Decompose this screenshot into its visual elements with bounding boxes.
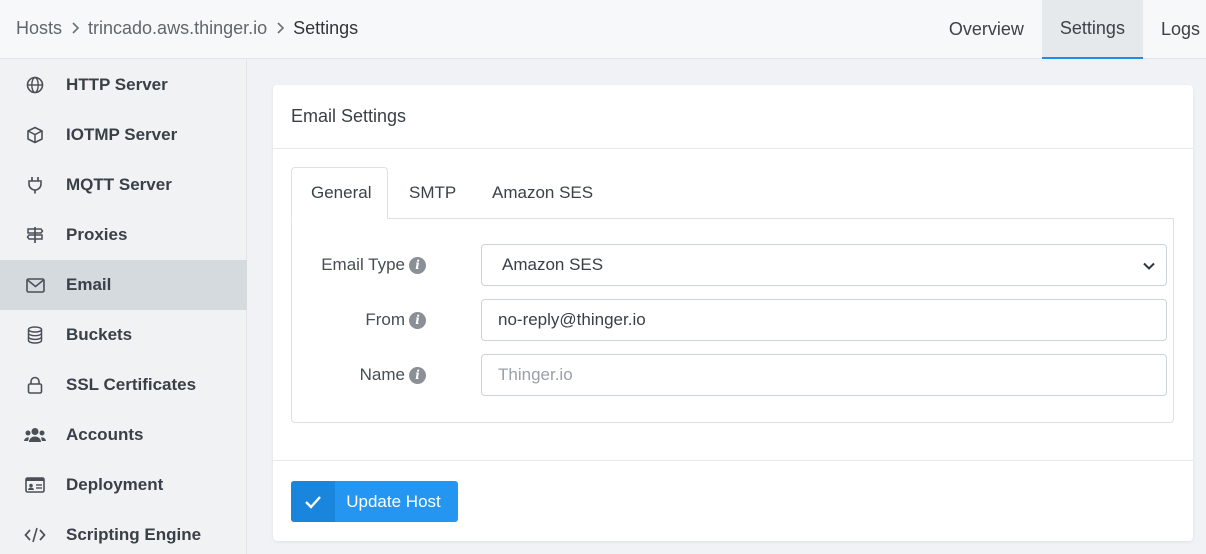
cube-icon [24,124,46,146]
breadcrumb-host[interactable]: trincado.aws.thinger.io [88,18,267,39]
update-host-button[interactable]: Update Host [291,481,458,522]
name-label: Name i [292,354,426,396]
info-icon[interactable]: i [409,256,426,274]
sidebar-item-label: Deployment [66,475,164,494]
sidebar-item-label: Buckets [66,325,133,344]
tab-smtp[interactable]: SMTP [409,167,456,219]
breadcrumb: Hosts trincado.aws.thinger.io Settings [16,0,358,56]
envelope-icon [24,274,46,296]
general-tab-panel: Email Type i Amazon SES From i no-reply@… [291,218,1174,423]
users-icon [24,424,46,446]
from-label-text: From [365,310,405,329]
sidebar: HTTP Server IOTMP Server MQTT Server Pro… [0,60,247,554]
email-type-select[interactable]: Amazon SES [481,244,1167,286]
tab-amazon-ses[interactable]: Amazon SES [492,167,593,219]
from-input[interactable]: no-reply@thinger.io [481,299,1167,341]
tab-general[interactable]: General [291,167,388,219]
card-header: Email Settings [273,85,1193,149]
chevron-right-icon [70,22,82,34]
sidebar-item-label: MQTT Server [66,175,172,194]
breadcrumb-hosts[interactable]: Hosts [16,18,62,39]
sidebar-item-label: Proxies [66,225,128,244]
top-bar: Hosts trincado.aws.thinger.io Settings O… [0,0,1206,59]
tab-overview[interactable]: Overview [931,0,1042,59]
email-type-label-text: Email Type [321,255,405,274]
check-icon [291,481,335,522]
sidebar-item-mqtt-server[interactable]: MQTT Server [0,160,247,210]
from-label: From i [292,299,426,341]
from-value: no-reply@thinger.io [498,310,646,329]
name-placeholder: Thinger.io [498,365,573,384]
sidebar-item-email[interactable]: Email [0,260,247,310]
card-title: Email Settings [291,106,407,126]
sidebar-item-accounts[interactable]: Accounts [0,410,247,460]
sidebar-item-iotmp-server[interactable]: IOTMP Server [0,110,247,160]
email-type-label: Email Type i [292,244,426,286]
sidebar-item-buckets[interactable]: Buckets [0,310,247,360]
tab-logs[interactable]: Logs [1143,0,1206,59]
database-icon [24,324,46,346]
email-type-value: Amazon SES [502,255,604,274]
sidebar-item-scripting-engine[interactable]: Scripting Engine [0,510,247,554]
name-label-text: Name [359,365,405,384]
chevron-right-icon [275,22,287,34]
top-tabs: Overview Settings Logs [931,0,1206,59]
sidebar-item-deployment[interactable]: Deployment [0,460,247,510]
signpost-icon [24,224,46,246]
email-settings-card: Email Settings General SMTP Amazon SES E… [273,85,1193,541]
code-icon [24,524,46,546]
email-tabs: General SMTP Amazon SES [291,167,1174,219]
lock-icon [24,374,46,396]
sidebar-item-label: HTTP Server [66,75,168,94]
id-card-icon [24,474,46,496]
sidebar-item-label: Email [66,275,112,294]
sidebar-item-label: IOTMP Server [66,125,178,144]
sidebar-item-ssl-certificates[interactable]: SSL Certificates [0,360,247,410]
sidebar-item-http-server[interactable]: HTTP Server [0,60,247,110]
sidebar-item-label: Accounts [66,425,144,444]
update-host-label: Update Host [346,491,441,511]
tab-settings[interactable]: Settings [1041,0,1143,59]
plug-icon [24,174,46,196]
sidebar-item-proxies[interactable]: Proxies [0,210,247,260]
breadcrumb-current: Settings [293,17,359,38]
name-input[interactable]: Thinger.io [481,354,1167,396]
info-icon[interactable]: i [409,311,426,329]
info-icon[interactable]: i [409,366,426,384]
sidebar-item-label: Scripting Engine [66,525,202,544]
sidebar-item-label: SSL Certificates [66,375,197,394]
globe-icon [24,74,46,96]
card-footer: Update Host [273,460,1193,541]
chevron-down-icon [1142,258,1156,272]
